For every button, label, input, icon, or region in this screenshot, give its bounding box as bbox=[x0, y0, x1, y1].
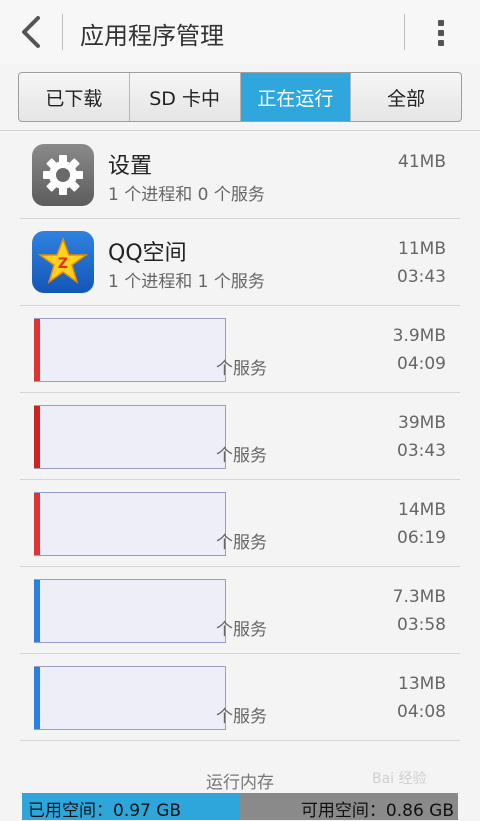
tab-downloaded[interactable]: 已下载 bbox=[19, 73, 130, 121]
app-memory-size: 39MB bbox=[398, 413, 446, 433]
list-item[interactable]: 个服务 3.9MB 04:09 bbox=[20, 306, 460, 393]
memory-usage-bar: 已用空间：0.97 GB 可用空间：0.86 GB bbox=[22, 793, 458, 821]
running-apps-list: 设置 1 个进程和 0 个服务 41MB Z QQ空间 1 个进程和 1 个服务… bbox=[20, 132, 460, 741]
app-header: 应用程序管理 bbox=[0, 0, 480, 64]
header-divider bbox=[404, 14, 405, 50]
page-title: 应用程序管理 bbox=[80, 22, 224, 50]
memory-free-text: 可用空间：0.86 GB bbox=[300, 801, 454, 821]
app-name: 设置 bbox=[108, 154, 153, 179]
app-process-info: 个服务 bbox=[216, 446, 267, 466]
redacted-block bbox=[34, 492, 226, 556]
app-process-info: 个服务 bbox=[216, 533, 267, 553]
app-run-time: 04:09 bbox=[397, 354, 446, 374]
app-run-time: 04:08 bbox=[397, 702, 446, 722]
redacted-block bbox=[34, 318, 226, 382]
redacted-block bbox=[34, 405, 226, 469]
tab-all[interactable]: 全部 bbox=[351, 73, 461, 121]
memory-used-text: 已用空间：0.97 GB bbox=[28, 801, 182, 821]
overflow-menu-icon[interactable] bbox=[428, 14, 456, 50]
divider bbox=[0, 130, 480, 131]
app-memory-size: 41MB bbox=[398, 152, 446, 172]
app-process-info: 个服务 bbox=[216, 359, 267, 379]
list-item[interactable]: Z QQ空间 1 个进程和 1 个服务 11MB 03:43 bbox=[20, 219, 460, 306]
app-run-time: 03:43 bbox=[397, 441, 446, 461]
watermark-logo: Bai 经验 bbox=[372, 771, 427, 787]
app-process-info: 1 个进程和 1 个服务 bbox=[108, 272, 265, 292]
list-item[interactable]: 个服务 7.3MB 03:58 bbox=[20, 567, 460, 654]
tab-running[interactable]: 正在运行 bbox=[240, 73, 352, 121]
app-memory-size: 11MB bbox=[398, 239, 446, 259]
redacted-block bbox=[34, 666, 226, 730]
app-run-time: 06:19 bbox=[397, 528, 446, 548]
tab-sd-card[interactable]: SD 卡中 bbox=[130, 73, 241, 121]
app-name: QQ空间 bbox=[108, 241, 187, 266]
app-process-info: 个服务 bbox=[216, 707, 267, 727]
app-memory-size: 13MB bbox=[398, 674, 446, 694]
redacted-block bbox=[34, 579, 226, 643]
tab-bar: 已下载 SD 卡中 正在运行 全部 bbox=[18, 72, 462, 122]
qq-zone-star-icon: Z bbox=[32, 231, 94, 293]
app-memory-size: 7.3MB bbox=[392, 587, 446, 607]
settings-gear-icon bbox=[32, 144, 94, 206]
app-memory-size: 14MB bbox=[398, 500, 446, 520]
app-run-time: 03:58 bbox=[397, 615, 446, 635]
app-process-info: 1 个进程和 0 个服务 bbox=[108, 185, 265, 205]
app-run-time: 03:43 bbox=[397, 267, 446, 287]
list-item[interactable]: 设置 1 个进程和 0 个服务 41MB bbox=[20, 132, 460, 219]
header-divider bbox=[62, 14, 63, 50]
chevron-left-icon[interactable] bbox=[16, 14, 50, 50]
list-item[interactable]: 个服务 39MB 03:43 bbox=[20, 393, 460, 480]
list-item[interactable]: 个服务 13MB 04:08 bbox=[20, 654, 460, 741]
app-process-info: 个服务 bbox=[216, 620, 267, 640]
svg-text:Z: Z bbox=[58, 256, 68, 272]
list-item[interactable]: 个服务 14MB 06:19 bbox=[20, 480, 460, 567]
app-memory-size: 3.9MB bbox=[392, 326, 446, 346]
